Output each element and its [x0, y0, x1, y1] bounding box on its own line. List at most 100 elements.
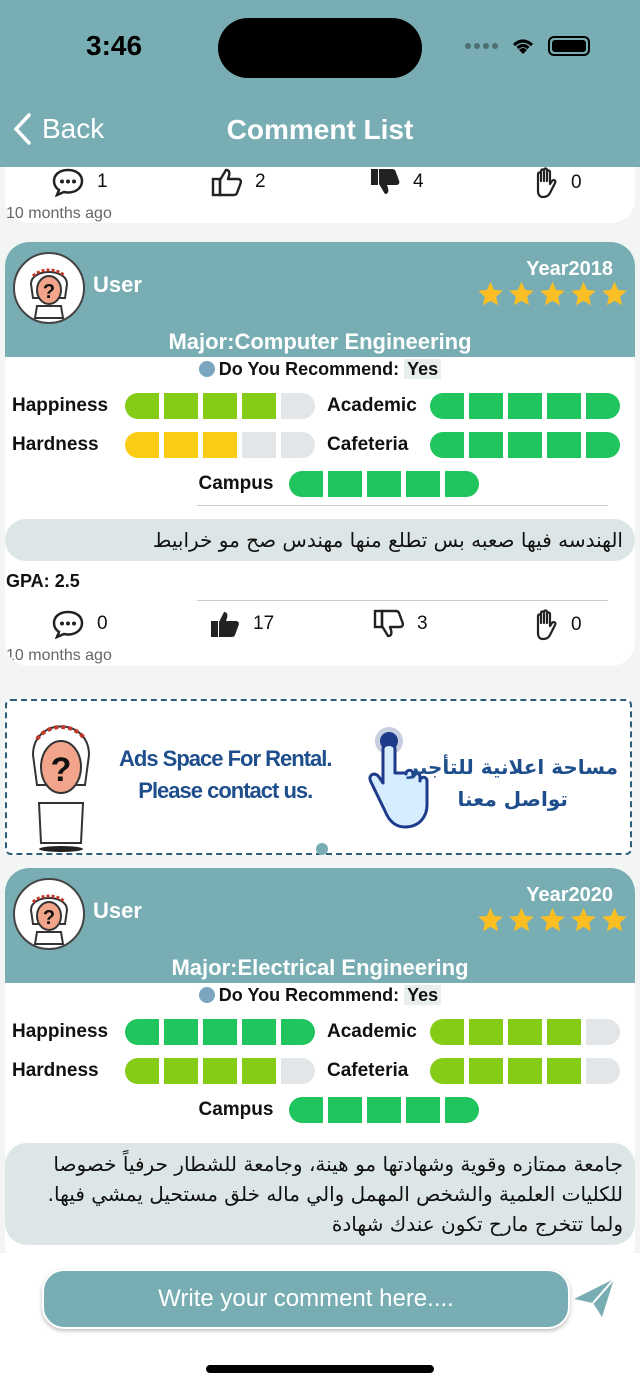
- recommend-value: Yes: [404, 359, 442, 379]
- major: Major:Computer Engineering: [168, 329, 472, 354]
- metric-happiness: Happiness: [5, 393, 320, 419]
- thumbs-down-filled-icon: [371, 169, 400, 194]
- divider: [197, 505, 608, 506]
- graduation-year: Year2018: [526, 258, 613, 280]
- ad-arabic-text: مساحة اعلانية للتأجير تواصل معنا: [407, 751, 618, 815]
- metric-happiness: Happiness: [5, 1019, 320, 1045]
- raise-hand-button[interactable]: 0: [531, 167, 582, 199]
- mascot-icon: ?: [31, 725, 91, 852]
- comment-card-previous: 1 2 4 0 10 months ago: [5, 167, 635, 223]
- comment-count-button[interactable]: 1: [51, 167, 108, 197]
- time-ago: 10 months ago: [6, 205, 112, 222]
- gpa: GPA: 2.5: [6, 571, 635, 592]
- card-header: ? User Year2018 Major:Computer Engineeri…: [5, 242, 635, 357]
- comment-count: 0: [97, 613, 108, 634]
- dislike-count: 4: [413, 171, 424, 192]
- comment-input[interactable]: Write your comment here....: [42, 1269, 570, 1329]
- ad-banner[interactable]: ? Ads Space For Rental. Please contact u…: [5, 699, 632, 855]
- metric-label: Academic: [327, 395, 417, 416]
- status-time: 3:46: [86, 30, 143, 61]
- metric-cafeteria: Cafeteria: [320, 432, 635, 458]
- metric-label: Campus: [198, 1099, 274, 1120]
- carousel-indicator[interactable]: [316, 843, 328, 855]
- thumbs-up-filled-icon: [211, 612, 239, 637]
- metric-label: Happiness: [12, 395, 109, 416]
- star-rating: [476, 280, 629, 308]
- comment-card: ? User Year2018 Major:Computer Engineeri…: [5, 242, 635, 666]
- comment-count-button[interactable]: 0: [51, 609, 108, 639]
- star-icon: [509, 907, 534, 932]
- like-count: 17: [253, 613, 275, 634]
- gpa-value: 2.5: [54, 571, 80, 591]
- ad-english-text: Ads Space For Rental. Please contact us.: [119, 743, 333, 807]
- rating-bar: [288, 1097, 479, 1123]
- page-title: Comment List: [226, 114, 414, 145]
- svg-text:?: ?: [43, 281, 55, 303]
- ad-line: Please contact us.: [138, 778, 313, 803]
- svg-text:?: ?: [43, 907, 55, 929]
- home-indicator[interactable]: [206, 1365, 434, 1373]
- gear-icon: [198, 361, 215, 377]
- major: Major:Electrical Engineering: [171, 955, 469, 980]
- dislike-button[interactable]: 4: [369, 167, 424, 197]
- star-icon: [571, 907, 596, 932]
- like-count: 2: [255, 171, 266, 192]
- svg-text:?: ?: [51, 751, 72, 789]
- card-header: ? User Year2020 Major:Electrical Enginee…: [5, 868, 635, 983]
- rating-bar: [125, 432, 315, 458]
- rating-bar: [125, 393, 315, 419]
- comment-text: الهندسه فيها صعبه بس تطلع منها مهندس صح …: [5, 519, 635, 561]
- recommendation: Do You Recommend: Yes: [5, 359, 635, 385]
- like-button[interactable]: 2: [211, 167, 266, 197]
- star-rating: [476, 906, 629, 934]
- comment-card: ? User Year2020 Major:Electrical Enginee…: [5, 868, 635, 1268]
- metric-hardness: Hardness: [5, 1058, 320, 1084]
- comment-bubble-icon: [52, 610, 84, 639]
- rating-metrics: Happiness Academic Hardness Cafeteria: [5, 393, 635, 458]
- metric-label: Campus: [198, 473, 274, 494]
- avatar: ?: [13, 252, 85, 324]
- star-icon: [602, 907, 627, 932]
- gpa-label: GPA:: [6, 571, 50, 591]
- recommend-value: Yes: [404, 985, 442, 1005]
- star-icon: [571, 281, 596, 306]
- rating-metrics: Happiness Academic Hardness Cafeteria: [5, 1019, 635, 1084]
- thumbs-down-outline-icon: [373, 609, 405, 638]
- avatar: ?: [13, 878, 85, 950]
- rating-bar: [125, 1058, 315, 1084]
- status-icons: [465, 36, 590, 56]
- ad-line: مساحة اعلانية للتأجير: [407, 755, 618, 779]
- rating-bar: [430, 393, 620, 419]
- ad-line: تواصل معنا: [457, 787, 568, 811]
- graduation-year: Year2020: [526, 884, 613, 906]
- user-avatar-icon: ?: [29, 894, 69, 945]
- raise-count: 0: [571, 614, 582, 635]
- metric-label: Hardness: [12, 1060, 99, 1081]
- ad-line: Ads Space For Rental.: [119, 746, 333, 771]
- like-button[interactable]: 17: [209, 609, 274, 639]
- dynamic-island: [218, 18, 422, 78]
- raise-hand-button[interactable]: 0: [531, 609, 582, 641]
- metric-hardness: Hardness: [5, 432, 320, 458]
- metric-academic: Academic: [320, 1019, 635, 1045]
- gear-icon: [198, 987, 215, 1003]
- comment-bubble-icon: [52, 168, 84, 197]
- rating-bar: [430, 432, 620, 458]
- recommendation: Do You Recommend: Yes: [5, 985, 635, 1011]
- comment-count: 1: [97, 171, 108, 192]
- metric-cafeteria: Cafeteria: [320, 1058, 635, 1084]
- comment-text: جامعة ممتازه وقوية وشهادتها مو هينة، وجا…: [5, 1143, 635, 1245]
- raised-hand-icon: [536, 167, 557, 199]
- cellular-signal-icon: [465, 43, 498, 49]
- metric-label: Cafeteria: [327, 1060, 409, 1081]
- dislike-button[interactable]: 3: [373, 609, 428, 639]
- username: User: [93, 898, 142, 923]
- rating-bar: [430, 1019, 620, 1045]
- user-avatar-icon: ?: [29, 268, 69, 319]
- metric-label: Academic: [327, 1021, 417, 1042]
- send-icon[interactable]: [572, 1277, 616, 1319]
- rating-bar: [430, 1058, 620, 1084]
- star-icon: [478, 281, 503, 306]
- time-ago: 10 months ago: [6, 647, 112, 664]
- dislike-count: 3: [417, 613, 428, 634]
